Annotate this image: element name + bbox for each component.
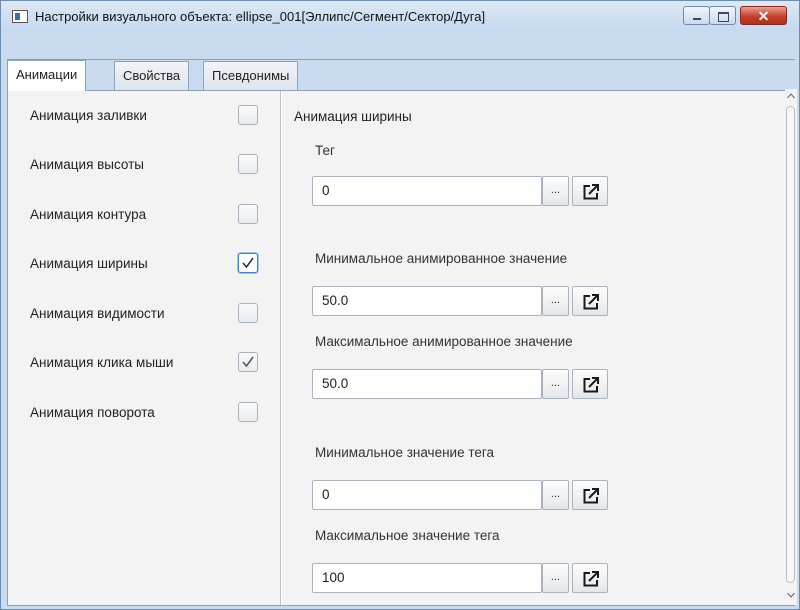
animation-label: Анимация клика мыши <box>30 355 174 370</box>
tab-aliases[interactable]: Псевдонимы <box>203 61 299 90</box>
max-tag-value-field[interactable]: 100 <box>312 563 542 593</box>
open-external-icon <box>583 294 599 310</box>
tab-properties[interactable]: Свойства <box>114 61 190 90</box>
min-tag-value-field[interactable]: 0 <box>312 480 542 510</box>
window-app-icon <box>12 10 28 23</box>
max-animated-value-field[interactable]: 50.0 <box>312 369 542 399</box>
animation-label: Анимация видимости <box>30 306 165 321</box>
open-external-icon <box>583 377 599 393</box>
tab-strip-line <box>7 59 795 60</box>
animation-label: Анимация высоты <box>30 157 144 172</box>
scroll-up-icon[interactable] <box>787 93 795 99</box>
settings-window: Настройки визуального объекта: ellipse_0… <box>0 0 800 610</box>
vertical-scrollbar[interactable] <box>785 89 797 605</box>
field-label: Минимальное значение тега <box>315 445 495 460</box>
open-external-icon <box>583 571 599 587</box>
title-bar[interactable]: Настройки визуального объекта: ellipse_0… <box>1 1 799 31</box>
animation-checkbox[interactable] <box>238 402 258 422</box>
section-title: Анимация ширины <box>294 109 412 124</box>
field-label: Минимальное анимированное значение <box>315 251 568 266</box>
checkmark-icon <box>242 356 254 368</box>
min-animated-value-field[interactable]: 50.0 <box>312 286 542 316</box>
animation-item[interactable]: Анимация видимости <box>8 303 281 327</box>
browse-button[interactable]: ... <box>542 176 569 206</box>
tag-field[interactable]: 0 <box>312 176 542 206</box>
animation-label: Анимация поворота <box>30 405 155 420</box>
animation-label: Анимация заливки <box>30 108 147 123</box>
open-button[interactable] <box>572 369 608 399</box>
open-button[interactable] <box>572 480 608 510</box>
animation-item[interactable]: Анимация клика мыши <box>8 352 281 376</box>
browse-button[interactable]: ... <box>542 369 569 399</box>
open-external-icon <box>583 184 599 200</box>
tab-content: Анимация заливки Анимация высоты Анимаци… <box>7 90 795 606</box>
animation-details: Анимация ширины Тег 0 ... Минимальное ан… <box>282 91 794 605</box>
animation-label: Анимация ширины <box>30 256 148 271</box>
close-icon: ✕ <box>757 8 770 24</box>
animation-checkbox[interactable] <box>238 253 258 273</box>
animation-checkbox[interactable] <box>238 204 258 224</box>
field-label: Максимальное значение тега <box>315 528 500 543</box>
tab-animations[interactable]: Анимации <box>7 60 87 91</box>
checkmark-icon <box>242 257 254 269</box>
window-title: Настройки визуального объекта: ellipse_0… <box>35 9 486 24</box>
open-external-icon <box>583 488 599 504</box>
animation-checkbox[interactable] <box>238 105 258 125</box>
animation-checkbox[interactable] <box>238 303 258 323</box>
animation-item[interactable]: Анимация ширины <box>8 253 281 277</box>
animation-item[interactable]: Анимация контура <box>8 204 281 228</box>
animation-item[interactable]: Анимация заливки <box>8 105 281 129</box>
animation-checkbox[interactable] <box>238 154 258 174</box>
scroll-down-icon[interactable] <box>787 592 795 598</box>
minimize-button[interactable] <box>683 6 710 25</box>
browse-button[interactable]: ... <box>542 480 569 510</box>
browse-button[interactable]: ... <box>542 286 569 316</box>
animation-label: Анимация контура <box>30 207 147 222</box>
animation-item[interactable]: Анимация высоты <box>8 154 281 178</box>
maximize-button[interactable] <box>709 6 736 25</box>
animation-list: Анимация заливки Анимация высоты Анимаци… <box>8 91 281 605</box>
field-label: Максимальное анимированное значение <box>315 334 573 349</box>
animation-checkbox[interactable] <box>238 352 258 372</box>
close-button[interactable]: ✕ <box>740 6 787 25</box>
scrollbar-thumb[interactable] <box>786 106 795 583</box>
field-label: Тег <box>315 143 335 158</box>
animation-item[interactable]: Анимация поворота <box>8 402 281 426</box>
open-button[interactable] <box>572 176 608 206</box>
open-button[interactable] <box>572 286 608 316</box>
open-button[interactable] <box>572 563 608 593</box>
browse-button[interactable]: ... <box>542 563 569 593</box>
